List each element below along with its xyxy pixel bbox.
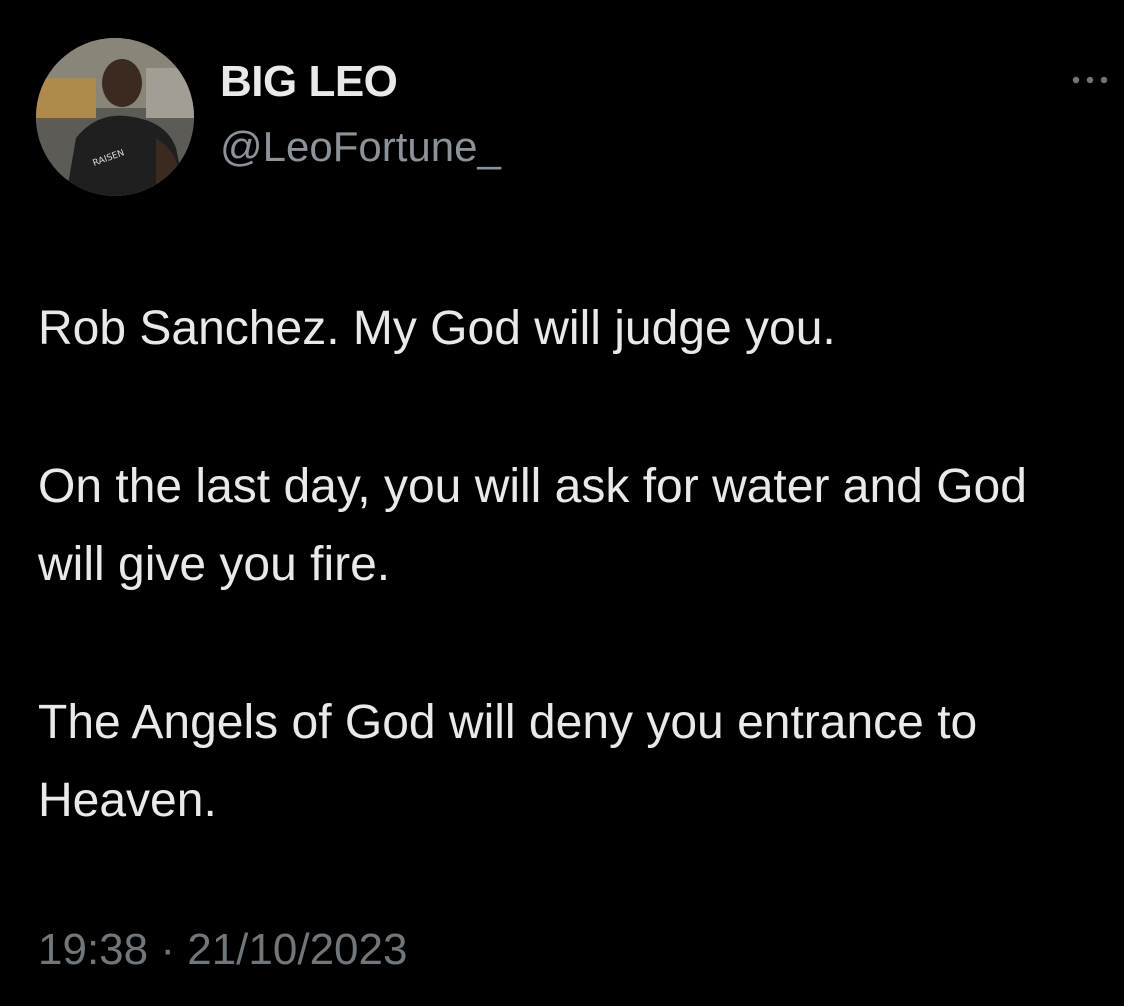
avatar-photo: RAISEN — [36, 38, 194, 196]
tweet-paragraph: The Angels of God will deny you entrance… — [38, 696, 978, 827]
tweet-date[interactable]: 21/10/2023 — [187, 925, 407, 974]
more-horizontal-icon — [1072, 76, 1108, 84]
tweet-paragraph: On the last day, you will ask for water … — [38, 460, 1027, 591]
tweet-timestamp[interactable]: 19:38 · 21/10/2023 — [38, 925, 407, 974]
tweet-text: Rob Sanchez. My God will judge you. On t… — [38, 290, 1078, 840]
avatar[interactable]: RAISEN — [36, 38, 194, 196]
timestamp-separator: · — [160, 925, 175, 974]
author-handle[interactable]: @LeoFortune_ — [220, 123, 501, 170]
author-display-name[interactable]: BIG LEO — [220, 57, 398, 106]
tweet-paragraph: Rob Sanchez. My God will judge you. — [38, 302, 836, 355]
tweet-time[interactable]: 19:38 — [38, 925, 148, 974]
more-options-button[interactable] — [1068, 60, 1112, 100]
